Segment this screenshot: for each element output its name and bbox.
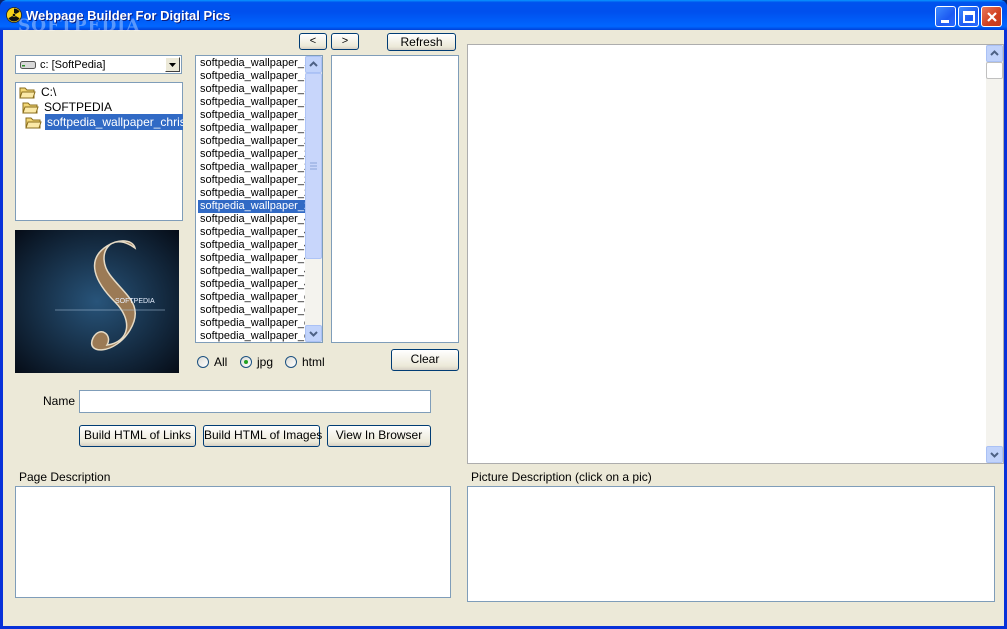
folder-open-icon — [22, 102, 39, 114]
file-list-item[interactable]: softpedia_wallpaper_2 — [198, 200, 306, 213]
folder-open-icon — [19, 87, 36, 99]
chevron-down-icon — [169, 63, 176, 67]
tree-item-wallpaper-folder[interactable]: softpedia_wallpaper_christmas — [25, 114, 183, 130]
maximize-icon — [963, 11, 975, 23]
filter-html-radio[interactable]: html — [285, 355, 327, 369]
build-images-button[interactable]: Build HTML of Images — [203, 425, 322, 447]
preview-pane-scrollbar[interactable] — [986, 45, 1003, 463]
drive-select[interactable]: c: [SoftPedia] — [15, 55, 182, 74]
filter-all-radio[interactable]: All — [197, 355, 237, 369]
file-list-item[interactable]: softpedia_wallpaper_c — [198, 330, 306, 342]
file-list-item[interactable]: softpedia_wallpaper_4 — [198, 278, 306, 291]
preview-image: SOFTPEDIA — [15, 230, 179, 373]
html-preview-pane[interactable] — [467, 44, 1004, 464]
refresh-button[interactable]: Refresh — [387, 33, 456, 51]
filter-all-label: All — [214, 355, 228, 369]
filter-jpg-label: jpg — [257, 355, 274, 369]
radio-dot — [244, 360, 248, 364]
page-description-label: Page Description — [19, 470, 111, 484]
file-list-item[interactable]: softpedia_wallpaper_4 — [198, 239, 306, 252]
minimize-icon — [941, 20, 949, 23]
scroll-up-button[interactable] — [305, 56, 322, 73]
scroll-thumb[interactable] — [986, 62, 1003, 79]
file-list-item[interactable]: softpedia_wallpaper_2 — [198, 174, 306, 187]
chevron-down-icon — [990, 452, 999, 458]
drive-select-value: c: [SoftPedia] — [40, 59, 106, 71]
radio-circle — [197, 356, 209, 368]
close-icon — [987, 12, 997, 22]
scroll-down-button[interactable] — [986, 446, 1003, 463]
tree-item-label: SOFTPEDIA — [44, 100, 113, 114]
filter-html-label: html — [302, 355, 325, 369]
view-browser-button[interactable]: View In Browser — [327, 425, 431, 447]
clear-button[interactable]: Clear — [391, 349, 459, 371]
tree-item-label: C:\ — [41, 85, 57, 99]
grip-icon — [310, 162, 317, 170]
radio-circle — [285, 356, 297, 368]
build-links-button[interactable]: Build HTML of Links — [79, 425, 196, 447]
drive-icon — [20, 61, 36, 69]
file-list-item[interactable]: softpedia_wallpaper_1 — [198, 96, 306, 109]
close-button[interactable] — [981, 6, 1002, 27]
prev-button[interactable]: < — [299, 33, 327, 50]
window-title: Webpage Builder For Digital Pics — [26, 8, 231, 23]
main-window: SOFTPEDIA Webpage Builder For Digital Pi… — [0, 0, 1007, 629]
file-list-item[interactable]: softpedia_wallpaper_c — [198, 291, 306, 304]
tree-item-root[interactable]: C:\ — [19, 84, 179, 100]
file-list-item[interactable]: softpedia_wallpaper_4 — [198, 213, 306, 226]
filter-jpg-radio[interactable]: jpg — [240, 355, 280, 369]
chevron-up-icon — [309, 61, 318, 67]
folder-tree[interactable]: C:\ SOFTPEDIA softpedia_wallpaper_christ… — [15, 82, 183, 221]
name-label: Name — [43, 394, 76, 408]
radio-circle — [240, 356, 252, 368]
folder-open-icon — [25, 117, 42, 129]
scroll-thumb[interactable] — [305, 73, 322, 259]
scroll-down-button[interactable] — [305, 325, 322, 342]
chevron-up-icon — [990, 50, 999, 56]
minimize-button[interactable] — [935, 6, 956, 27]
picture-description-input[interactable] — [467, 486, 995, 602]
file-list-item[interactable]: softpedia_wallpaper_2 — [198, 187, 306, 200]
file-list-item[interactable]: softpedia_wallpaper_4 — [198, 252, 306, 265]
drive-dropdown-button[interactable] — [165, 57, 180, 72]
file-list-scrollbar[interactable] — [305, 56, 322, 342]
file-list-item[interactable]: softpedia_wallpaper_c — [198, 317, 306, 330]
file-list-item[interactable]: softpedia_wallpaper_c — [198, 304, 306, 317]
file-list-item[interactable]: softpedia_wallpaper_2 — [198, 148, 306, 161]
file-list-item[interactable]: softpedia_wallpaper_2 — [198, 135, 306, 148]
chevron-down-icon — [309, 331, 318, 337]
file-list-item[interactable]: softpedia_wallpaper_1 — [198, 57, 306, 70]
image-preview[interactable]: SOFTPEDIA — [15, 230, 179, 373]
maximize-button[interactable] — [958, 6, 979, 27]
name-input[interactable] — [79, 390, 431, 413]
next-button[interactable]: > — [331, 33, 359, 50]
page-description-input[interactable] — [15, 486, 451, 598]
preview-logo-text: SOFTPEDIA — [115, 298, 155, 305]
file-list-item[interactable]: softpedia_wallpaper_2 — [198, 161, 306, 174]
tree-item-label: softpedia_wallpaper_christmas — [45, 114, 183, 130]
file-list-item[interactable]: softpedia_wallpaper_1 — [198, 70, 306, 83]
file-list[interactable]: softpedia_wallpaper_1 softpedia_wallpaper… — [195, 55, 323, 343]
file-list-item[interactable]: softpedia_wallpaper_1 — [198, 109, 306, 122]
picture-description-label: Picture Description (click on a pic) — [471, 470, 652, 484]
title-bar[interactable]: SOFTPEDIA Webpage Builder For Digital Pi… — [0, 0, 1007, 36]
tree-item-softpedia[interactable]: SOFTPEDIA — [22, 99, 182, 115]
selected-list[interactable] — [331, 55, 459, 343]
file-list-item[interactable]: softpedia_wallpaper_4 — [198, 226, 306, 239]
file-list-item[interactable]: softpedia_wallpaper_4 — [198, 265, 306, 278]
file-list-item[interactable]: softpedia_wallpaper_1 — [198, 122, 306, 135]
scroll-up-button[interactable] — [986, 45, 1003, 62]
file-list-item[interactable]: softpedia_wallpaper_1 — [198, 83, 306, 96]
